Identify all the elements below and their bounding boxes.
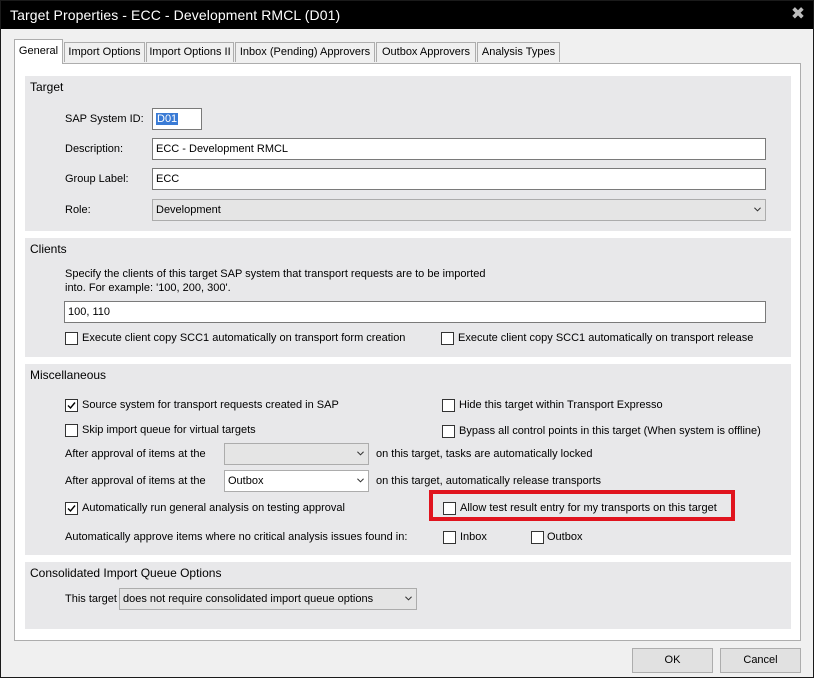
role-select[interactable]: Development (152, 199, 766, 221)
tab-inbox-approvers[interactable]: Inbox (Pending) Approvers (235, 42, 375, 62)
chevron-down-icon (357, 451, 364, 456)
tab-analysis-types[interactable]: Analysis Types (477, 42, 560, 62)
checkbox-auto-analysis[interactable] (65, 502, 78, 515)
this-target-label: This target (65, 593, 117, 605)
checkbox-skip-import-queue-label: Skip import queue for virtual targets (82, 424, 256, 436)
checkbox-copy-on-creation-label: Execute client copy SCC1 automatically o… (82, 332, 406, 344)
close-icon[interactable]: ✖ (789, 5, 807, 23)
role-label: Role: (65, 204, 91, 216)
checkbox-copy-on-release-label: Execute client copy SCC1 automatically o… (458, 332, 754, 344)
checkbox-hide-target-label: Hide this target within Transport Expres… (459, 399, 663, 411)
window-title: Target Properties - ECC - Development RM… (10, 7, 341, 23)
sap-system-id-label: SAP System ID: (65, 113, 144, 125)
after-approval-suffix-2: on this target, automatically release tr… (376, 475, 602, 487)
checkbox-source-system[interactable] (65, 399, 78, 412)
checkbox-copy-on-creation[interactable] (65, 332, 78, 345)
checkbox-allow-test-result[interactable] (443, 502, 456, 515)
tab-import-options[interactable]: Import Options (64, 42, 145, 62)
description-label: Description: (65, 143, 124, 155)
checkbox-outbox[interactable] (531, 531, 544, 544)
tab-label: Outbox Approvers (381, 46, 471, 58)
consolidated-queue-select[interactable]: does not require consolidated import que… (119, 588, 417, 610)
clients-input[interactable]: 100, 110 (64, 301, 766, 323)
checkbox-outbox-label: Outbox (547, 531, 583, 543)
tab-label: Import Options (68, 46, 141, 58)
checkbox-hide-target[interactable] (442, 399, 455, 412)
consolidated-queue-value: does not require consolidated import que… (123, 593, 374, 605)
cancel-button[interactable]: Cancel (720, 648, 801, 673)
title-bar: Target Properties - ECC - Development RM… (1, 1, 813, 29)
tab-general[interactable]: General (14, 39, 63, 64)
group-label-input[interactable]: ECC (152, 168, 766, 190)
checkbox-copy-on-release[interactable] (441, 332, 454, 345)
checkmark-icon (67, 402, 76, 410)
checkbox-inbox[interactable] (443, 531, 456, 544)
tab-import-options-ii[interactable]: Import Options II (146, 42, 234, 62)
description-input[interactable]: ECC - Development RMCL (152, 138, 766, 160)
tab-label: Import Options II (149, 46, 231, 58)
target-properties-dialog: Target Properties - ECC - Development RM… (0, 0, 814, 678)
after-approval-suffix-1: on this target, tasks are automatically … (376, 448, 593, 460)
group-title-consolidated: Consolidated Import Queue Options (30, 566, 222, 580)
after-approval-label-2: After approval of items at the (65, 475, 206, 487)
release-stage-select[interactable]: Outbox (224, 470, 369, 492)
tab-label: General (18, 45, 59, 57)
group-label-label: Group Label: (65, 173, 129, 185)
group-title-misc: Miscellaneous (30, 368, 107, 382)
checkbox-bypass-control-label: Bypass all control points in this target… (459, 425, 761, 437)
after-approval-label-1: After approval of items at the (65, 448, 206, 460)
tab-label: Inbox (Pending) Approvers (239, 46, 371, 58)
release-stage-value: Outbox (228, 475, 264, 487)
checkbox-inbox-label: Inbox (460, 531, 487, 543)
chevron-down-icon (357, 478, 364, 483)
checkmark-icon (67, 505, 76, 513)
checkbox-source-system-label: Source system for transport requests cre… (82, 399, 339, 411)
checkbox-auto-analysis-label: Automatically run general analysis on te… (82, 502, 345, 514)
tab-label: Analysis Types (481, 46, 556, 58)
chevron-down-icon (405, 596, 412, 601)
clients-help-line2: into. For example: '100, 200, 300'. (65, 282, 231, 294)
auto-approve-label: Automatically approve items where no cri… (65, 531, 408, 543)
checkbox-allow-test-result-label: Allow test result entry for my transport… (460, 502, 717, 514)
chevron-down-icon (754, 207, 761, 212)
ok-button[interactable]: OK (632, 648, 713, 673)
sap-system-id-value: D01 (156, 113, 179, 125)
checkbox-bypass-control[interactable] (442, 425, 455, 438)
clients-help-line1: Specify the clients of this target SAP s… (65, 268, 486, 280)
checkbox-skip-import-queue[interactable] (65, 424, 78, 437)
lock-stage-select[interactable] (224, 443, 369, 465)
tab-outbox-approvers[interactable]: Outbox Approvers (376, 42, 476, 62)
group-title-clients: Clients (30, 242, 67, 256)
group-title-target: Target (30, 80, 64, 94)
role-value: Development (156, 204, 221, 216)
sap-system-id-input[interactable]: D01 (152, 108, 202, 130)
